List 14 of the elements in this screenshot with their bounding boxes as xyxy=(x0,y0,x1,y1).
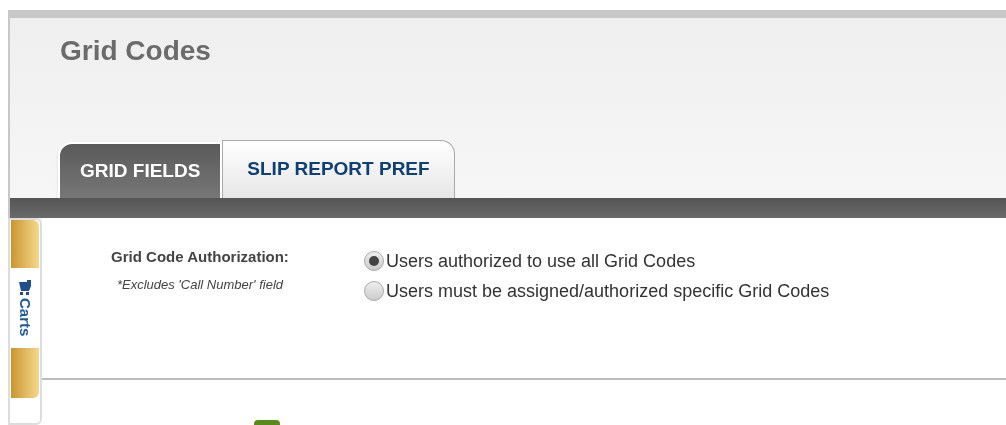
field-note: *Excludes 'Call Number' field xyxy=(116,275,284,294)
radio-button[interactable] xyxy=(364,251,384,271)
tab-end-cap xyxy=(11,220,39,268)
status-icon xyxy=(254,420,280,425)
tab[interactable]: GRID FIELDS xyxy=(58,142,223,198)
radio-option[interactable]: Users must be assigned/authorized specific Grid Codes xyxy=(364,276,830,306)
radio-button[interactable] xyxy=(364,281,384,301)
side-tab[interactable]: Carts xyxy=(13,298,37,337)
radio-option[interactable]: Users authorized to use all Grid Codes xyxy=(364,246,830,276)
field-label: Grid Code Authorization: xyxy=(111,247,289,267)
tab[interactable]: SLIP REPORT PREF xyxy=(222,140,455,198)
page-title: Grid Codes xyxy=(60,35,211,66)
cart-icon xyxy=(18,280,32,296)
tab-end-cap xyxy=(11,348,39,399)
